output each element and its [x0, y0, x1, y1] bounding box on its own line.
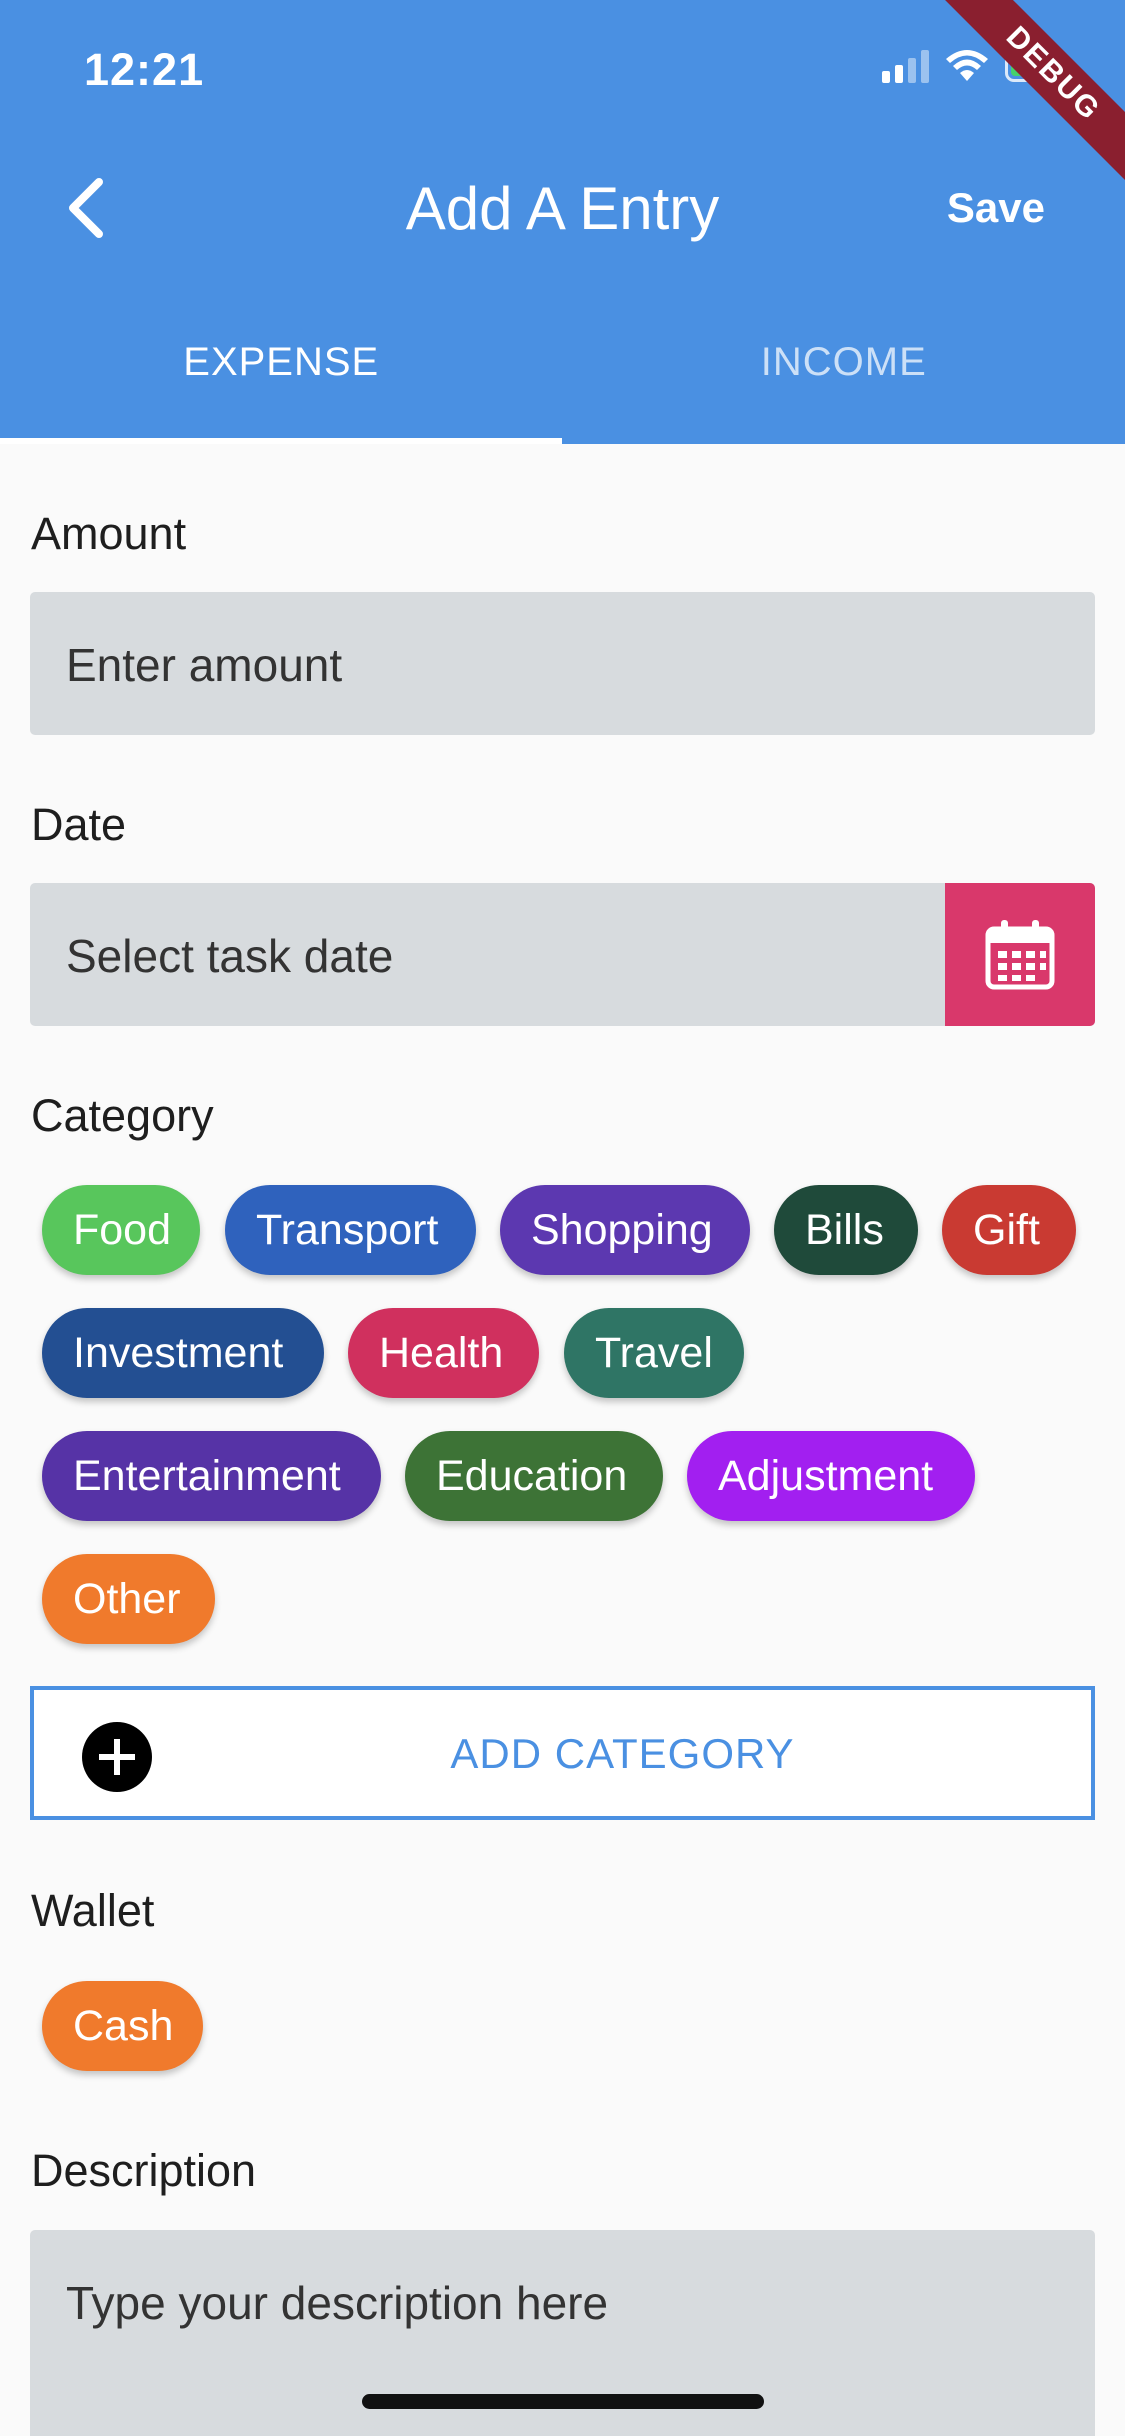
wallet-chip-cash[interactable]: Cash	[42, 1981, 203, 2071]
amount-label: Amount	[31, 508, 187, 559]
plus-circle-icon	[82, 1722, 152, 1792]
date-placeholder: Select task date	[66, 930, 394, 982]
tab-expense[interactable]: EXPENSE	[0, 320, 563, 444]
amount-placeholder: Enter amount	[66, 639, 343, 691]
date-input[interactable]: Select task date	[30, 883, 1095, 1026]
category-chip-transport[interactable]: Transport	[225, 1185, 476, 1275]
amount-input[interactable]: Enter amount	[30, 592, 1095, 735]
wifi-icon	[946, 50, 988, 81]
category-chip-entertainment[interactable]: Entertainment	[42, 1431, 381, 1521]
category-chip-education[interactable]: Education	[405, 1431, 663, 1521]
cellular-signal-icon	[882, 49, 929, 83]
category-chip-health[interactable]: Health	[348, 1308, 539, 1398]
category-chip-food[interactable]: Food	[42, 1185, 200, 1275]
category-chip-bills[interactable]: Bills	[774, 1185, 918, 1275]
home-indicator	[362, 2394, 764, 2409]
add-category-label: ADD CATEGORY	[450, 1730, 795, 1777]
description-label: Description	[31, 2145, 257, 2196]
status-time: 12:21	[84, 44, 205, 95]
date-label: Date	[31, 799, 127, 850]
tab-income[interactable]: INCOME	[563, 320, 1125, 444]
calendar-icon	[985, 919, 1055, 989]
wallet-label: Wallet	[31, 1885, 155, 1936]
entry-type-tabs: EXPENSE INCOME	[0, 320, 1125, 444]
date-picker-button[interactable]	[945, 883, 1095, 1026]
category-chip-adjustment[interactable]: Adjustment	[687, 1431, 975, 1521]
app-bar: 12:21 DEBUG Add A Entry Save EXPENSE INC…	[0, 0, 1125, 444]
category-chip-gift[interactable]: Gift	[942, 1185, 1076, 1275]
category-chip-travel[interactable]: Travel	[564, 1308, 744, 1398]
tab-indicator	[0, 438, 562, 444]
category-label: Category	[31, 1090, 214, 1141]
add-category-button[interactable]: ADD CATEGORY	[30, 1686, 1095, 1820]
category-chip-investment[interactable]: Investment	[42, 1308, 324, 1398]
category-chip-other[interactable]: Other	[42, 1554, 215, 1644]
add-entry-screen: 12:21 DEBUG Add A Entry Save EXPENSE INC…	[0, 0, 1125, 2436]
description-placeholder: Type your description here	[66, 2277, 609, 2329]
debug-banner: DEBUG	[929, 0, 1125, 198]
category-chip-shopping[interactable]: Shopping	[500, 1185, 750, 1275]
save-button[interactable]: Save	[947, 184, 1045, 232]
